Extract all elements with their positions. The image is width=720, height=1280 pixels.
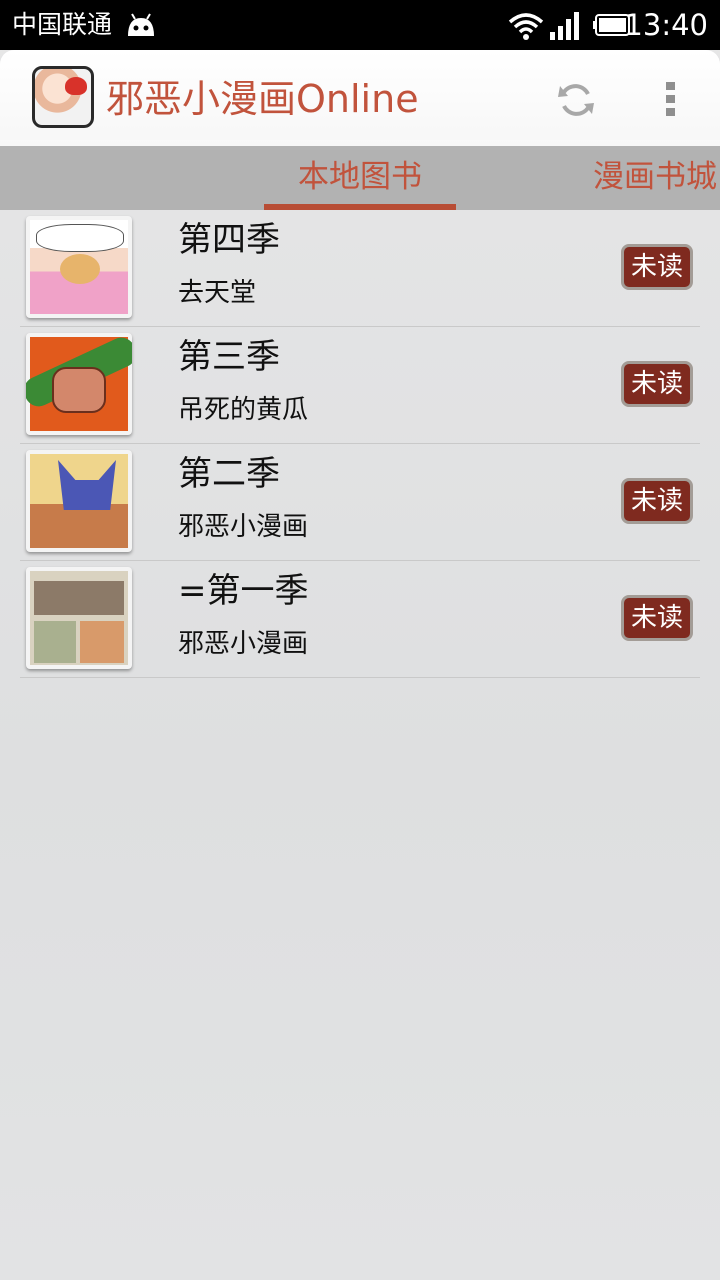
- book-title: 第三季: [178, 337, 280, 377]
- list-item[interactable]: =第一季 邪恶小漫画 未读: [20, 561, 700, 678]
- app-title: 邪恶小漫画Online: [106, 77, 419, 121]
- tab-label: 漫画书城: [593, 159, 717, 195]
- list-item[interactable]: 第四季 去天堂 未读: [20, 210, 700, 327]
- book-subtitle: 去天堂: [178, 278, 257, 308]
- clock: 13:40: [624, 8, 708, 42]
- book-cover-thumbnail: [26, 333, 132, 435]
- book-subtitle: 邪恶小漫画: [178, 512, 309, 542]
- book-title: =第一季: [178, 571, 309, 611]
- book-title: 第二季: [178, 454, 280, 494]
- status-bar: 中国联通 13:40: [0, 0, 720, 50]
- overflow-menu-icon[interactable]: [661, 79, 681, 119]
- tab-local-books[interactable]: 本地图书: [264, 146, 456, 210]
- refresh-icon[interactable]: [556, 80, 596, 120]
- tab-comic-store[interactable]: 漫画书城: [593, 146, 717, 210]
- carrier-label: 中国联通: [12, 10, 113, 39]
- list-item[interactable]: 第二季 邪恶小漫画 未读: [20, 444, 700, 561]
- book-cover-thumbnail: [26, 450, 132, 552]
- app-icon[interactable]: [32, 66, 94, 128]
- signal-icon: [550, 12, 579, 40]
- book-cover-thumbnail: [26, 216, 132, 318]
- book-list: 第四季 去天堂 未读 第三季 吊死的黄瓜 未读 第二季 邪恶小漫画 未读 =第一…: [20, 210, 700, 678]
- book-subtitle: 邪恶小漫画: [178, 629, 309, 659]
- book-title: 第四季: [178, 220, 280, 260]
- tab-label: 本地图书: [298, 159, 422, 195]
- wifi-icon: [508, 13, 544, 40]
- unread-badge-button[interactable]: 未读: [621, 478, 693, 524]
- book-cover-thumbnail: [26, 567, 132, 669]
- list-item[interactable]: 第三季 吊死的黄瓜 未读: [20, 327, 700, 444]
- unread-badge-button[interactable]: 未读: [621, 361, 693, 407]
- android-icon: [128, 13, 154, 36]
- unread-badge-button[interactable]: 未读: [621, 244, 693, 290]
- action-bar: 邪恶小漫画Online: [0, 50, 720, 146]
- tab-bar: 本地图书 漫画书城: [0, 146, 720, 210]
- book-subtitle: 吊死的黄瓜: [178, 395, 309, 425]
- unread-badge-button[interactable]: 未读: [621, 595, 693, 641]
